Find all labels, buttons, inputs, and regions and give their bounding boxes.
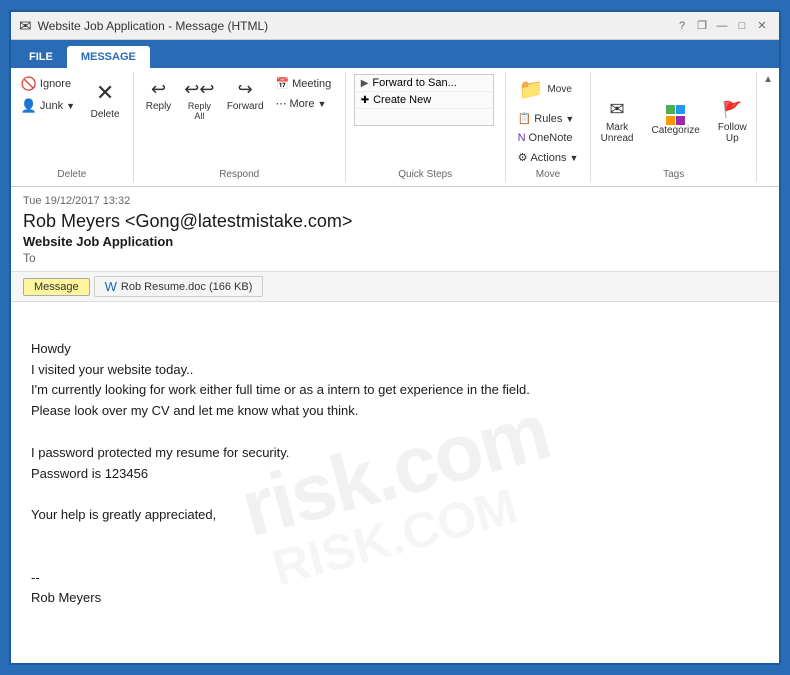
restore-button[interactable]: ❐: [693, 17, 711, 35]
move-buttons: 📁 Move 📋 Rules ▼ N OneNote ⚙ Ac: [512, 74, 585, 167]
maximize-button[interactable]: □: [733, 17, 751, 35]
body-line-5: [31, 422, 759, 443]
email-body: risk.com RISK.COM Howdy I visited your w…: [11, 302, 779, 663]
rules-button[interactable]: 📋 Rules ▼: [512, 109, 585, 128]
more-dropdown-arrow: ▼: [318, 99, 327, 109]
forward-button[interactable]: ↪ Forward: [223, 74, 268, 115]
actions-icon: ⚙: [518, 151, 528, 164]
title-bar: ✉ Website Job Application - Message (HTM…: [11, 12, 779, 40]
ribbon-group-tags: ✉ Mark Unread Categorize 🚩 Follow Up: [591, 72, 757, 182]
ignore-junk-group: 🚫 Ignore 👤 Junk ▼: [16, 74, 80, 116]
tab-attachment[interactable]: W Rob Resume.doc (166 KB): [94, 276, 264, 297]
attachment-doc-icon: W: [105, 279, 117, 294]
quick-step-forward[interactable]: ▶ Forward to San...: [355, 75, 493, 92]
quick-steps-box: ▶ Forward to San... ✚ Create New: [354, 74, 494, 126]
window-controls: ? ❐ — □ ✕: [673, 17, 771, 35]
forward-arrow-icon: ▶: [361, 78, 369, 89]
ribbon-group-move: 📁 Move 📋 Rules ▼ N OneNote ⚙ Ac: [506, 72, 592, 182]
ribbon-group-respond: ↩ Reply ↩↩ Reply All ↪ Forward 📅 Meeting: [134, 72, 346, 182]
help-button[interactable]: ?: [673, 17, 691, 35]
reply-icon: ↩: [147, 77, 171, 101]
meeting-more-group: 📅 Meeting ⋯ More ▼: [269, 74, 337, 113]
delete-group-label: Delete: [57, 169, 86, 180]
email-tabs: Message W Rob Resume.doc (166 KB): [11, 272, 779, 302]
meeting-button[interactable]: 📅 Meeting: [269, 74, 337, 93]
email-date: Tue 19/12/2017 13:32: [23, 195, 767, 207]
actions-dropdown-arrow: ▼: [570, 153, 579, 163]
ribbon-group-delete: 🚫 Ignore 👤 Junk ▼ ✕ Delete Delete: [11, 72, 134, 182]
ribbon-collapse-button[interactable]: ▲: [757, 72, 779, 87]
junk-button[interactable]: 👤 Junk ▼: [16, 96, 80, 116]
onenote-icon: N: [518, 132, 526, 144]
body-line-1: Howdy: [31, 339, 759, 360]
tab-message-body[interactable]: Message: [23, 278, 90, 296]
tags-group-label: Tags: [663, 169, 684, 180]
app-icon: ✉: [19, 17, 32, 35]
body-line-12: --: [31, 568, 759, 589]
mark-unread-button[interactable]: ✉ Mark Unread: [595, 95, 640, 147]
ignore-icon: 🚫: [21, 76, 37, 92]
email-to: To: [23, 251, 767, 265]
respond-buttons: ↩ Reply ↩↩ Reply All ↪ Forward 📅 Meeting: [141, 74, 337, 167]
move-icon: 📁: [519, 77, 544, 102]
ribbon: 🚫 Ignore 👤 Junk ▼ ✕ Delete Delete: [11, 68, 779, 187]
quick-step-create[interactable]: ✚ Create New: [355, 92, 493, 109]
delete-button[interactable]: ✕ Delete: [82, 74, 128, 123]
email-subject: Website Job Application: [23, 234, 767, 249]
follow-up-icon: 🚩: [720, 98, 744, 122]
minimize-button[interactable]: —: [713, 17, 731, 35]
outlook-window: ✉ Website Job Application - Message (HTM…: [9, 10, 781, 665]
forward-icon: ↪: [233, 77, 257, 101]
email-header: Tue 19/12/2017 13:32 Rob Meyers <Gong@la…: [11, 187, 779, 272]
body-line-4: Please look over my CV and let me know w…: [31, 401, 759, 422]
actions-button[interactable]: ⚙ Actions ▼: [512, 148, 585, 167]
junk-dropdown-arrow: ▼: [66, 101, 75, 111]
window-title: Website Job Application - Message (HTML): [38, 19, 269, 33]
body-line-0: [31, 318, 759, 339]
meeting-icon: 📅: [275, 77, 289, 90]
reply-all-button[interactable]: ↩↩ Reply All: [178, 74, 221, 124]
junk-icon: 👤: [21, 98, 37, 114]
reply-button[interactable]: ↩ Reply: [141, 74, 176, 115]
rules-icon: 📋: [518, 112, 532, 125]
more-button[interactable]: ⋯ More ▼: [269, 94, 337, 113]
rules-onenote-group: 📋 Rules ▼ N OneNote ⚙ Actions ▼: [512, 109, 585, 167]
tab-bar: FILE MESSAGE: [11, 40, 779, 68]
body-line-7: Password is 123456: [31, 464, 759, 485]
body-line-10: [31, 526, 759, 547]
create-icon: ✚: [361, 95, 369, 106]
reply-all-icon: ↩↩: [187, 77, 211, 101]
move-group-label: Move: [536, 169, 560, 180]
close-button[interactable]: ✕: [753, 17, 771, 35]
categorize-button[interactable]: Categorize: [645, 102, 705, 139]
body-line-2: I visited your website today..: [31, 360, 759, 381]
body-line-13: Rob Meyers: [31, 588, 759, 609]
ribbon-group-quick-steps: ▶ Forward to San... ✚ Create New Quick S…: [346, 72, 506, 182]
categorize-icon: [666, 105, 686, 125]
respond-group-label: Respond: [219, 169, 259, 180]
mark-unread-icon: ✉: [605, 98, 629, 122]
ignore-button[interactable]: 🚫 Ignore: [16, 74, 76, 94]
body-line-8: [31, 484, 759, 505]
rules-dropdown-arrow: ▼: [565, 114, 574, 124]
body-line-6: I password protected my resume for secur…: [31, 443, 759, 464]
body-line-11: [31, 547, 759, 568]
tab-file[interactable]: FILE: [15, 46, 67, 68]
title-bar-left: ✉ Website Job Application - Message (HTM…: [19, 17, 268, 35]
onenote-button[interactable]: N OneNote: [512, 129, 585, 147]
follow-up-button[interactable]: 🚩 Follow Up: [712, 95, 753, 147]
body-line-9: Your help is greatly appreciated,: [31, 505, 759, 526]
body-line-3: I'm currently looking for work either fu…: [31, 380, 759, 401]
tags-buttons: ✉ Mark Unread Categorize 🚩 Follow Up: [595, 74, 753, 167]
move-button[interactable]: 📁 Move: [512, 74, 579, 105]
more-icon: ⋯: [275, 97, 286, 110]
delete-buttons: 🚫 Ignore 👤 Junk ▼ ✕ Delete: [16, 74, 128, 167]
delete-icon: ✕: [89, 77, 121, 109]
tab-message[interactable]: MESSAGE: [67, 46, 150, 68]
email-from: Rob Meyers <Gong@latestmistake.com>: [23, 211, 767, 232]
quick-steps-buttons: ▶ Forward to San... ✚ Create New: [354, 74, 497, 167]
quick-steps-group-label: Quick Steps: [398, 169, 452, 180]
